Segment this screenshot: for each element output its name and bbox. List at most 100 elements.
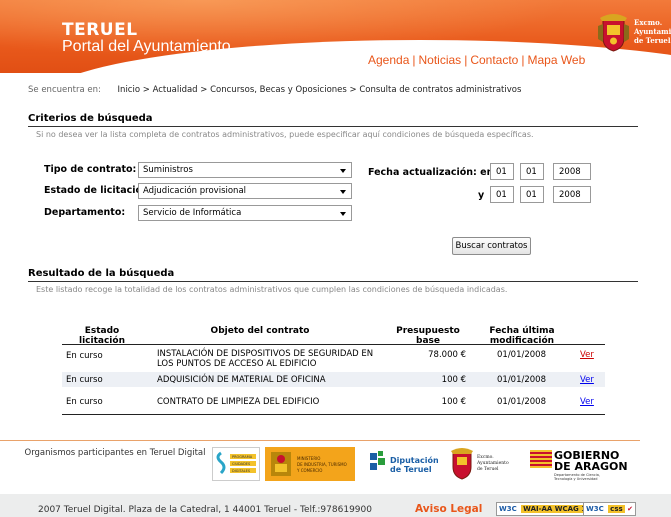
coat-of-arms-icon[interactable] [597,12,630,52]
from-day-input[interactable]: 01 [490,163,514,180]
to-year-input[interactable]: 2008 [553,186,591,203]
seal-line: Excmo. [634,18,663,27]
search-description: Si no desea ver la lista completa de con… [36,130,534,139]
ministerio-text: DE INDUSTRIA, TURISMO [297,462,347,467]
col-fecha-header: Fecha última modificación [482,326,562,346]
cell-estado: En curso [66,397,103,407]
seal-line: de Teruel [634,36,671,45]
nav-agenda[interactable]: Agenda [368,53,409,67]
chevron-down-icon [340,212,346,216]
ministerio-text: MINISTERIO [297,456,320,461]
css-valid-badge[interactable]: W3C css ✔ [583,502,636,516]
nav-noticias[interactable]: Noticias [419,53,462,67]
seal-line: Ayuntamiento [634,27,671,36]
organisms-label: Organismos participantes en Teruel Digit… [24,448,206,458]
col-fecha-line: Fecha última [489,326,555,336]
departamento-label: Departamento: [44,207,126,218]
cell-fecha: 01/01/2008 [497,375,546,385]
estado-select[interactable]: Adjudicación provisional [138,183,352,199]
breadcrumb-separator: > [349,85,357,95]
css-text: css [608,505,625,513]
col-presupuesto-line: Presupuesto [396,326,460,336]
aviso-legal-link[interactable]: Aviso Legal [415,503,482,515]
tipo-select[interactable]: Suministros [138,162,352,178]
and-label: y [478,190,485,201]
ver-link[interactable]: Ver [580,375,594,385]
ayuntamiento-logo[interactable]: Excmo. Ayuntamiento de Teruel [449,446,519,480]
col-presupuesto-header: Presupuesto base [390,326,466,346]
brand-subtitle[interactable]: Portal del Ayuntamiento [62,38,231,56]
wai-text: WAI-AA [523,505,553,513]
table-header-line [62,344,605,345]
col-objeto-header: Objeto del contrato [210,326,310,336]
cell-presupuesto: 100 € [441,397,466,407]
check-icon: ✔ [627,505,633,513]
programa-text: CIUDADES [232,462,251,466]
cell-objeto: INSTALACIÓN DE DISPOSITIVOS DE SEGURIDAD… [157,349,374,359]
chevron-down-icon [340,169,346,173]
nav-contacto[interactable]: Contacto [470,53,518,67]
breadcrumb: Se encuentra en: Inicio > Actualidad > C… [28,85,521,95]
cell-fecha: 01/01/2008 [497,350,546,360]
brand-title[interactable]: TERUEL [62,20,138,40]
fecha-label: Fecha actualización: entre [368,167,510,178]
ministerio-logo[interactable]: MINISTERIO DE INDUSTRIA, TURISMO Y COMER… [265,447,355,481]
ayto-text: de Teruel [477,466,499,472]
tipo-label: Tipo de contrato: [44,164,137,175]
search-title: Criterios de búsqueda [28,113,153,124]
tipo-value: Suministros [143,165,193,175]
cell-estado: En curso [66,351,103,361]
cell-objeto: CONTRATO DE LIMPIEZA DEL EDIFICIO [157,397,320,407]
seal-text: Excmo. Ayuntamiento de Teruel [634,18,671,45]
table-bottom-line [62,414,605,415]
departamento-select[interactable]: Servicio de Informática [138,205,352,221]
from-year-input[interactable]: 2008 [553,163,591,180]
ver-link[interactable]: Ver [580,397,594,407]
cell-objeto-cont: LOS PUNTOS DE ACCESO AL EDIFICIO [157,359,317,369]
cell-presupuesto: 78.000 € [428,350,466,360]
w3c-text: W3C [499,505,517,513]
results-description: Este listado recoge la totalidad de los … [36,285,508,294]
diputacion-text: de Teruel [390,465,432,474]
search-button[interactable]: Buscar contratos [452,237,531,255]
top-nav: Agenda | Noticias | Contacto | Mapa Web [368,53,585,67]
results-title: Resultado de la búsqueda [28,268,175,279]
nav-mapa-web[interactable]: Mapa Web [527,53,585,67]
breadcrumb-actualidad[interactable]: Actualidad [153,85,198,95]
nav-separator: | [412,53,416,67]
programa-text: DIGITALES [232,469,251,473]
search-divider [28,126,638,127]
diputacion-text: Diputación [390,455,438,465]
footer-address: 2007 Teruel Digital. Plaza de la Catedra… [38,505,372,515]
footer-divider [0,440,640,441]
programa-text: PROGRAMA [232,455,253,459]
breadcrumb-concursos[interactable]: Concursos, Becas y Oposiciones [210,85,347,95]
ayto-text: Excmo. [477,454,494,460]
chevron-down-icon [340,190,346,194]
cell-fecha: 01/01/2008 [497,397,546,407]
to-month-input[interactable]: 01 [520,186,544,203]
from-month-input[interactable]: 01 [520,163,544,180]
to-day-input[interactable]: 01 [490,186,514,203]
results-divider [28,281,638,282]
w3c-text: W3C [586,505,604,513]
gobierno-aragon-logo[interactable]: GOBIERNO DE ARAGON Departamento de Cienc… [528,446,628,482]
gobierno-text: DE ARAGON [554,460,628,473]
ver-link[interactable]: Ver [580,350,594,360]
breadcrumb-label: Se encuentra en: [28,85,101,95]
col-estado-header: Estado licitación [79,326,125,346]
breadcrumb-separator: > [142,85,150,95]
nav-separator: | [464,53,468,67]
cell-objeto: ADQUISICIÓN DE MATERIAL DE OFICINA [157,375,326,385]
ciudades-digitales-logo[interactable]: PROGRAMA CIUDADES DIGITALES [212,447,260,481]
breadcrumb-current: Consulta de contratos administrativos [359,85,522,95]
departamento-value: Servicio de Informática [143,208,242,218]
breadcrumb-separator: > [200,85,208,95]
estado-label: Estado de licitación: [44,185,153,196]
ayto-text: Ayuntamiento [476,460,509,466]
diputacion-logo[interactable]: Diputación de Teruel [368,450,438,478]
gobierno-text: Tecnología y Universidad [553,477,598,481]
ministerio-text: Y COMERCIO [296,468,322,473]
cell-presupuesto: 100 € [441,375,466,385]
breadcrumb-inicio[interactable]: Inicio [118,85,141,95]
